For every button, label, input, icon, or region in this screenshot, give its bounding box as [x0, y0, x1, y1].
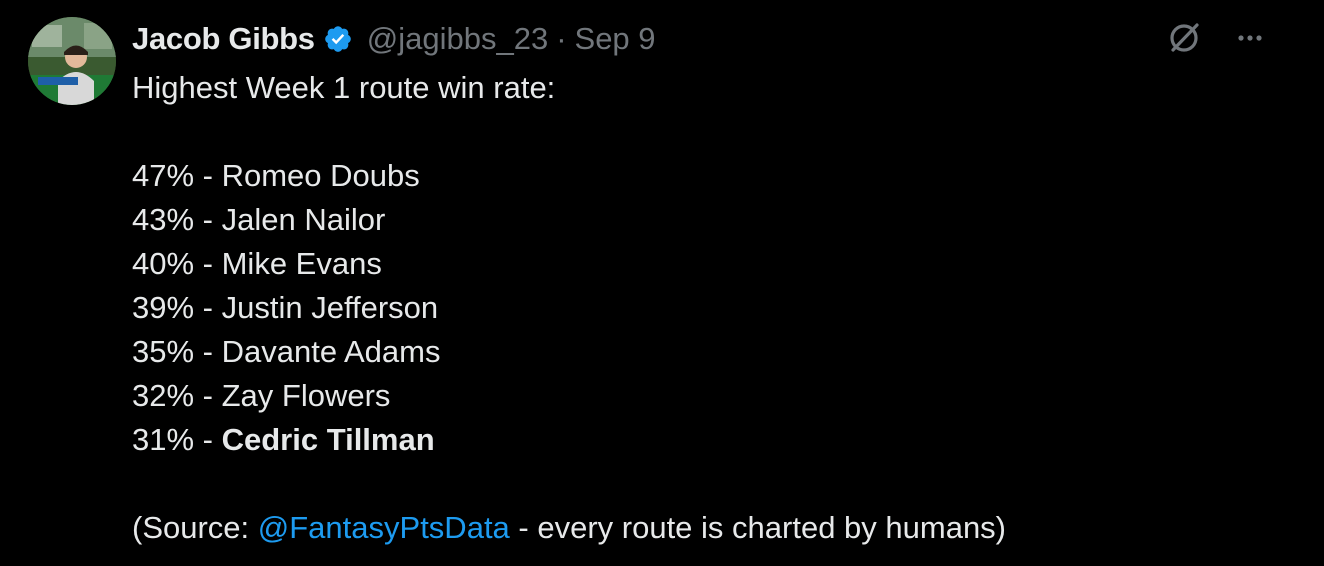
ranking-rate: 32% [132, 378, 195, 413]
ranking-rate: 40% [132, 246, 195, 281]
ranking-rate: 47% [132, 158, 195, 193]
ranking-player: Mike Evans [221, 246, 382, 281]
ranking-rate: 43% [132, 202, 195, 237]
ranking-player-highlighted: Cedric Tillman [221, 422, 435, 457]
ranking-player: Romeo Doubs [221, 158, 420, 193]
ranking-separator: - [194, 422, 222, 457]
ranking-line: 32% - Zay Flowers [132, 374, 1232, 418]
grok-icon[interactable] [1166, 20, 1202, 56]
ranking-player: Zay Flowers [221, 378, 391, 413]
ranking-line: 47% - Romeo Doubs [132, 154, 1232, 198]
verified-badge-icon[interactable] [323, 24, 353, 54]
tweet: Jacob Gibbs @jagibbs_23 · Sep 9 Highest … [0, 0, 1324, 566]
source-prefix: (Source: [132, 510, 258, 545]
ranking-player: Davante Adams [221, 334, 441, 369]
tweet-date[interactable]: Sep 9 [575, 21, 656, 57]
meta-separator: · [556, 21, 567, 56]
mention-link[interactable]: @FantasyPtsData [258, 510, 510, 545]
ranking-line: 35% - Davante Adams [132, 330, 1232, 374]
avatar-image [28, 17, 116, 105]
ranking-separator: - [194, 246, 222, 281]
source-suffix: - every route is charted by humans) [509, 510, 1007, 545]
ranking-separator: - [194, 202, 222, 237]
ranking-rate: 31% [132, 422, 195, 457]
ranking-line: 40% - Mike Evans [132, 242, 1232, 286]
source-line: (Source: @FantasyPtsData - every route i… [132, 506, 1232, 550]
ranking-line: 39% - Justin Jefferson [132, 286, 1232, 330]
avatar[interactable] [28, 17, 116, 105]
ranking-separator: - [194, 378, 222, 413]
ranking-separator: - [194, 290, 222, 325]
tweet-title-line: Highest Week 1 route win rate: [132, 70, 556, 105]
more-icon[interactable] [1232, 20, 1268, 56]
ranking-line: 31% - Cedric Tillman [132, 418, 1232, 462]
tweet-actions [1166, 20, 1268, 56]
ranking-rate: 39% [132, 290, 195, 325]
tweet-header: Jacob Gibbs @jagibbs_23 · Sep 9 [132, 18, 656, 60]
author-handle[interactable]: @jagibbs_23 [367, 21, 548, 57]
ranking-separator: - [194, 334, 222, 369]
ranking-separator: - [194, 158, 222, 193]
author-name[interactable]: Jacob Gibbs [132, 21, 315, 57]
ranking-line: 43% - Jalen Nailor [132, 198, 1232, 242]
ranking-rate: 35% [132, 334, 195, 369]
tweet-text: Highest Week 1 route win rate: 47% - Rom… [132, 66, 1232, 550]
ranking-player: Jalen Nailor [221, 202, 386, 237]
ranking-player: Justin Jefferson [221, 290, 439, 325]
